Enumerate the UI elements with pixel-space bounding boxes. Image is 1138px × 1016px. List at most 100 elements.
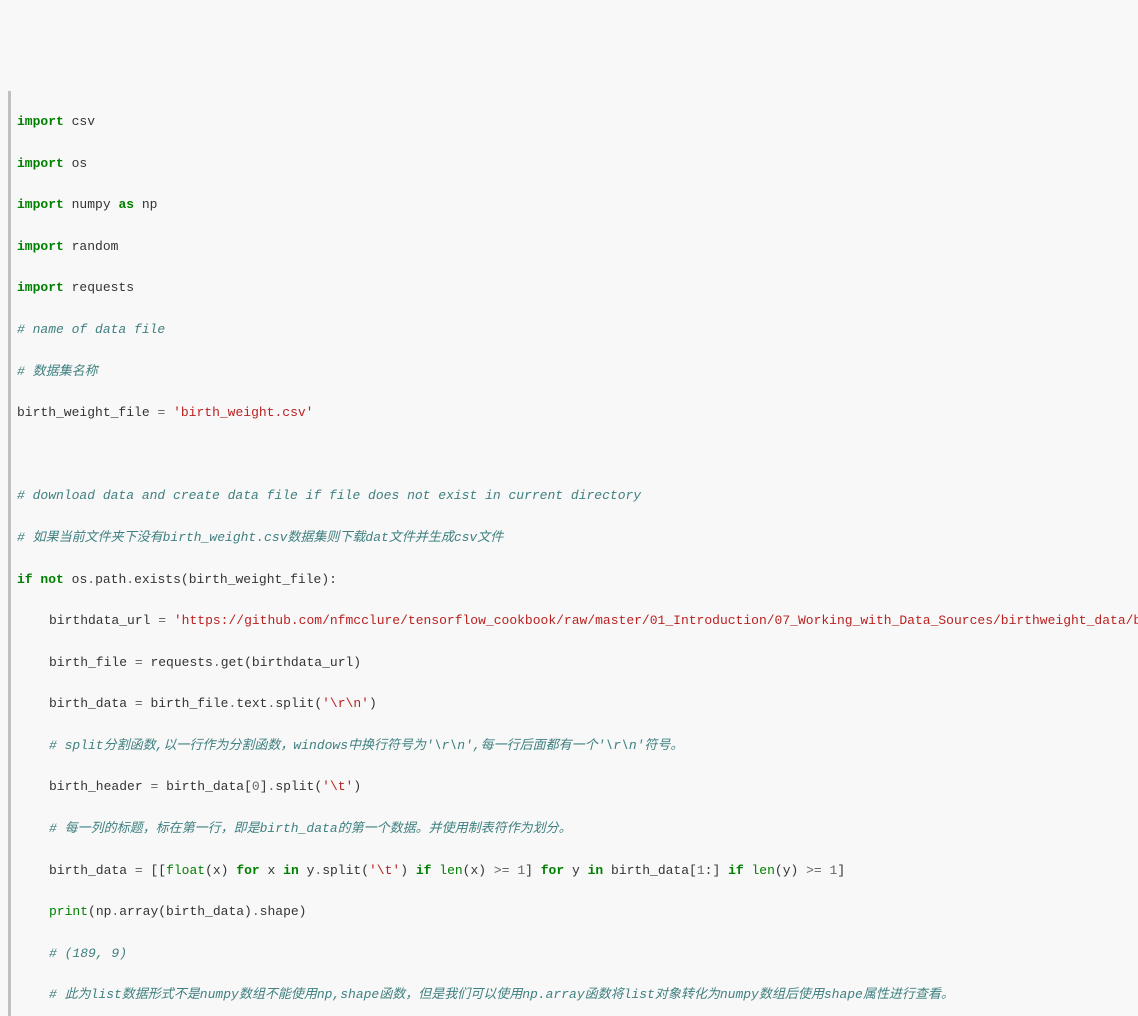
keyword-if: if <box>416 863 432 878</box>
code-line: birth_file = requests.get(birthdata_url) <box>17 653 1130 674</box>
identifier: requests <box>150 655 212 670</box>
code-line: import requests <box>17 278 1130 299</box>
string: '\t' <box>369 863 400 878</box>
string: 'birth_weight.csv' <box>173 405 313 420</box>
code-line: # (189, 9) <box>17 944 1130 965</box>
comment: # (189, 9) <box>49 946 127 961</box>
code-line: # 此为list数据形式不是numpy数组不能使用np,shape函数，但是我们… <box>17 985 1130 1006</box>
operator: = <box>157 405 165 420</box>
identifier: birth_data[ <box>166 779 252 794</box>
variable: birth_header <box>49 779 143 794</box>
string: 'https://github.com/nfmcclure/tensorflow… <box>174 613 1138 628</box>
code-line: import random <box>17 237 1130 258</box>
identifier: birth_file <box>150 696 228 711</box>
variable: birth_weight_file <box>17 405 150 420</box>
code-line: import csv <box>17 112 1130 133</box>
builtin: print <box>49 904 88 919</box>
operator: . <box>314 863 322 878</box>
number: 0 <box>252 779 260 794</box>
identifier: (x) <box>205 863 228 878</box>
identifier: path <box>95 572 126 587</box>
keyword-not: not <box>40 572 63 587</box>
keyword-for: for <box>236 863 259 878</box>
code-line: if not os.path.exists(birth_weight_file)… <box>17 570 1130 591</box>
comment: # download data and create data file if … <box>17 488 641 503</box>
module-name: numpy <box>72 197 111 212</box>
variable: birthdata_url <box>49 613 150 628</box>
identifier: y <box>572 863 580 878</box>
operator: = <box>135 863 143 878</box>
string: '\r\n' <box>322 696 369 711</box>
code-line: print(np.array(birth_data).shape) <box>17 902 1130 923</box>
builtin: len <box>752 863 775 878</box>
identifier: split( <box>275 779 322 794</box>
variable: birth_data <box>49 863 127 878</box>
code-line: # download data and create data file if … <box>17 486 1130 507</box>
operator: . <box>252 904 260 919</box>
code-block: import csv import os import numpy as np … <box>8 91 1130 1016</box>
identifier: (y) <box>775 863 798 878</box>
code-line: # 如果当前文件夹下没有birth_weight.csv数据集则下载dat文件并… <box>17 528 1130 549</box>
identifier: split( <box>275 696 322 711</box>
operator: . <box>213 655 221 670</box>
code-line: birth_header = birth_data[0].split('\t') <box>17 777 1130 798</box>
operator: >= <box>494 863 510 878</box>
string: '\t' <box>322 779 353 794</box>
identifier: ) <box>369 696 377 711</box>
builtin: len <box>439 863 462 878</box>
number: 1 <box>517 863 525 878</box>
code-line: birth_weight_file = 'birth_weight.csv' <box>17 403 1130 424</box>
keyword-in: in <box>283 863 299 878</box>
bracket: [[ <box>150 863 166 878</box>
operator: . <box>111 904 119 919</box>
comment: # 每一列的标题，标在第一行，即是birth_data的第一个数据。并使用制表符… <box>49 821 572 836</box>
operator: = <box>158 613 166 628</box>
code-line: import numpy as np <box>17 195 1130 216</box>
operator: >= <box>806 863 822 878</box>
identifier: (x) <box>463 863 486 878</box>
identifier: x <box>268 863 276 878</box>
keyword-as: as <box>118 197 134 212</box>
identifier: exists(birth_weight_file): <box>134 572 337 587</box>
code-line: birth_data = [[float(x) for x in y.split… <box>17 861 1130 882</box>
identifier: array(birth_data) <box>119 904 252 919</box>
code-line: birthdata_url = 'https://github.com/nfmc… <box>17 611 1130 632</box>
alias-name: np <box>142 197 158 212</box>
identifier: shape) <box>260 904 307 919</box>
identifier: ) <box>400 863 408 878</box>
identifier: birth_data[ <box>611 863 697 878</box>
module-name: random <box>72 239 119 254</box>
blank-line <box>17 445 1130 466</box>
keyword-if: if <box>728 863 744 878</box>
comment: # split分割函数,以一行作为分割函数，windows中换行符号为'\r\n… <box>49 738 683 753</box>
keyword-import: import <box>17 156 64 171</box>
variable: birth_data <box>49 696 127 711</box>
identifier: :] <box>705 863 721 878</box>
module-name: requests <box>72 280 134 295</box>
operator: . <box>228 696 236 711</box>
number: 1 <box>830 863 838 878</box>
identifier: y <box>307 863 315 878</box>
operator: . <box>126 572 134 587</box>
builtin: float <box>166 863 205 878</box>
bracket: ] <box>525 863 533 878</box>
operator: = <box>135 655 143 670</box>
code-line: import os <box>17 154 1130 175</box>
comment: # 如果当前文件夹下没有birth_weight.csv数据集则下载dat文件并… <box>17 530 503 545</box>
keyword-import: import <box>17 197 64 212</box>
identifier: ] <box>260 779 268 794</box>
identifier: get(birthdata_url) <box>221 655 361 670</box>
comment: # 此为list数据形式不是numpy数组不能使用np,shape函数，但是我们… <box>49 987 954 1002</box>
comment: # 数据集名称 <box>17 364 98 379</box>
keyword-in: in <box>588 863 604 878</box>
identifier: ) <box>353 779 361 794</box>
identifier: split( <box>322 863 369 878</box>
operator: . <box>268 696 276 711</box>
operator: = <box>150 779 158 794</box>
number: 1 <box>697 863 705 878</box>
identifier: text <box>236 696 267 711</box>
keyword-if: if <box>17 572 33 587</box>
code-line: # 数据集名称 <box>17 362 1130 383</box>
code-line: # 每一列的标题，标在第一行，即是birth_data的第一个数据。并使用制表符… <box>17 819 1130 840</box>
module-name: csv <box>72 114 95 129</box>
